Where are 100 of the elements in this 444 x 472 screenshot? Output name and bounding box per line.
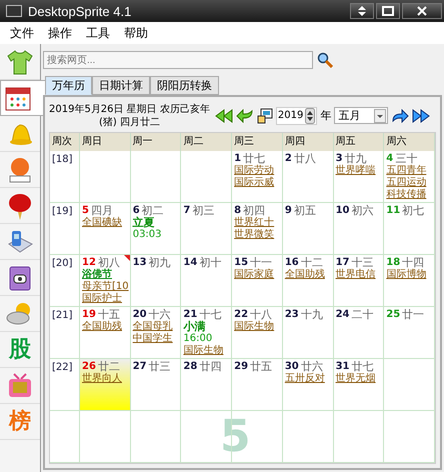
lunar-date: 廿三 (148, 361, 171, 373)
day-number: 20 (132, 309, 147, 321)
search-field[interactable]: 搜索网页... (43, 51, 313, 69)
lunar-date: 廿九 (344, 153, 367, 165)
lunar-date: 初十 (199, 257, 222, 269)
day-cell[interactable]: 18 十四 国际博物 (384, 255, 435, 307)
day-cell[interactable]: 23 十九 (282, 307, 334, 359)
event-link[interactable]: 全国碘缺 (82, 217, 128, 229)
glyph-icon: 股 (9, 338, 31, 360)
day-cell[interactable]: 15 十一 国际家庭 (232, 255, 283, 307)
week-number: [18] (52, 154, 73, 165)
day-cell[interactable]: 8 初四 世界红十 世界微笑 (232, 203, 283, 255)
event-link[interactable]: 全国母乳 (132, 321, 178, 333)
day-number: 22 (234, 309, 248, 321)
sidebar-item[interactable] (0, 80, 48, 116)
day-cell[interactable]: 13 初九 (130, 255, 182, 307)
day-cell[interactable]: 5 四月 全国碘缺 (80, 203, 131, 255)
tab[interactable]: 阴阳历转换 (150, 76, 219, 95)
menu-item[interactable]: 操作 (48, 24, 72, 42)
lunar-date: 四月 (90, 205, 113, 217)
day-cell[interactable]: 21 十七 小满 16:00 国际生物 (181, 307, 232, 359)
event-link[interactable]: 五卅反对 (284, 373, 331, 385)
lunar-date: 廿七 (243, 153, 266, 165)
event-link[interactable]: 世界电信 (336, 269, 382, 281)
day-cell[interactable]: 4 三十 五四青年 五四运动 科技传播 (384, 151, 435, 203)
day-cell[interactable]: 25 廿一 (384, 307, 435, 359)
day-number: 6 (132, 205, 140, 216)
day-cell[interactable]: 1 廿七 国际劳动 国际示威 (232, 151, 283, 203)
maximize-button[interactable] (376, 3, 400, 19)
forward-arrow-icon[interactable] (391, 108, 410, 122)
event-link[interactable]: 国际博物 (386, 269, 432, 281)
event-link[interactable]: 中国学生 (132, 333, 178, 345)
fast-forward-icon[interactable] (412, 108, 430, 122)
event-link[interactable]: 五四青年 (386, 165, 432, 177)
event-link[interactable]: 世界无烟 (336, 373, 382, 385)
day-number: 24 (336, 309, 350, 321)
day-cell[interactable]: 14 初十 (181, 255, 232, 307)
day-cell[interactable]: 6 初二 立夏 03:03 (130, 203, 182, 255)
day-cell[interactable]: 10 初六 (334, 203, 384, 255)
menu-item[interactable]: 工具 (86, 24, 110, 42)
event-link[interactable]: 国际示威 (234, 177, 280, 189)
lunar-date: 二十 (351, 309, 374, 321)
day-cell[interactable]: 30 廿六 五卅反对 (282, 359, 334, 411)
month-dropdown[interactable]: 五月 (334, 107, 388, 124)
event-link[interactable]: 国际生物 (234, 321, 280, 333)
day-number: 17 (336, 257, 350, 268)
event-link[interactable]: 全国助残 (284, 269, 331, 281)
event-link[interactable]: 世界微笑 (234, 229, 280, 241)
day-cell[interactable]: 2 廿八 (282, 151, 334, 203)
event-link[interactable]: 国际护士 (82, 293, 128, 305)
lunar-date: 初五 (294, 205, 316, 217)
day-cell[interactable]: 24 二十 (334, 307, 384, 359)
day-cell[interactable]: 11 初七 (384, 203, 435, 255)
day-cell[interactable]: 17 十三 世界电信 (334, 255, 384, 307)
event-link[interactable]: 全国助残 (82, 321, 128, 333)
lunar-date: 廿五 (250, 361, 272, 373)
day-cell[interactable]: 16 十二 全国助残 (282, 255, 334, 307)
column-header: 周五 (334, 133, 384, 151)
event-link[interactable]: 国际劳动 (234, 165, 280, 177)
event-link[interactable]: 五四运动 (386, 177, 432, 189)
tab[interactable]: 日期计算 (92, 76, 150, 95)
event-link[interactable]: 国际生物 (183, 345, 230, 357)
event-link[interactable]: 世界哮喘 (336, 165, 382, 177)
day-cell[interactable]: 26 廿二 世界向人 (80, 359, 131, 411)
close-button[interactable] (402, 3, 442, 19)
column-header: 周日 (80, 133, 131, 151)
search-icon[interactable] (317, 52, 333, 68)
tab[interactable]: 万年历 (45, 76, 92, 95)
menu-item[interactable]: 文件 (10, 24, 34, 42)
day-cell[interactable]: 29 廿五 (232, 359, 283, 411)
lunar-date: 廿八 (294, 153, 316, 165)
day-cell[interactable]: 28 廿四 (181, 359, 232, 411)
day-cell[interactable]: 31 廿七 世界无烟 (334, 359, 384, 411)
event-link[interactable]: 国际家庭 (234, 269, 280, 281)
day-cell[interactable]: 9 初五 (282, 203, 334, 255)
rewind-icon[interactable] (214, 108, 233, 122)
rollup-button[interactable] (350, 3, 374, 19)
day-number: 12 (82, 257, 96, 268)
month-watermark: 5 (220, 415, 251, 459)
today-icon[interactable] (256, 108, 273, 124)
event-link[interactable]: 世界红十 (234, 217, 280, 229)
day-cell[interactable]: 22 十八 国际生物 (232, 307, 283, 359)
day-cell[interactable]: 20 十六 全国母乳 中国学生 (130, 307, 182, 359)
day-cell[interactable]: 7 初三 (181, 203, 232, 255)
event-link[interactable]: 世界向人 (82, 373, 128, 385)
event-link[interactable]: 科技传播 (386, 189, 432, 201)
day-cell[interactable]: 27 廿三 (130, 359, 182, 411)
back-arrow-icon[interactable] (236, 108, 254, 122)
day-number: 18 (386, 257, 400, 269)
event-link[interactable]: 母亲节[10 (82, 281, 128, 293)
menu-item[interactable]: 帮助 (124, 24, 148, 42)
close-icon (417, 6, 427, 16)
day-cell[interactable]: 3 廿九 世界哮喘 (334, 151, 384, 203)
tv-icon (6, 372, 34, 400)
column-header: 周一 (130, 133, 182, 151)
day-cell[interactable]: 12 初八 浴佛节 母亲节[10 国际护士 (80, 255, 131, 307)
year-spinner[interactable]: 2019 (276, 106, 318, 124)
festival-link[interactable]: 浴佛节 (82, 269, 128, 281)
spinner-arrows-icon[interactable] (305, 108, 316, 124)
lunar-date: 十一 (250, 257, 272, 269)
